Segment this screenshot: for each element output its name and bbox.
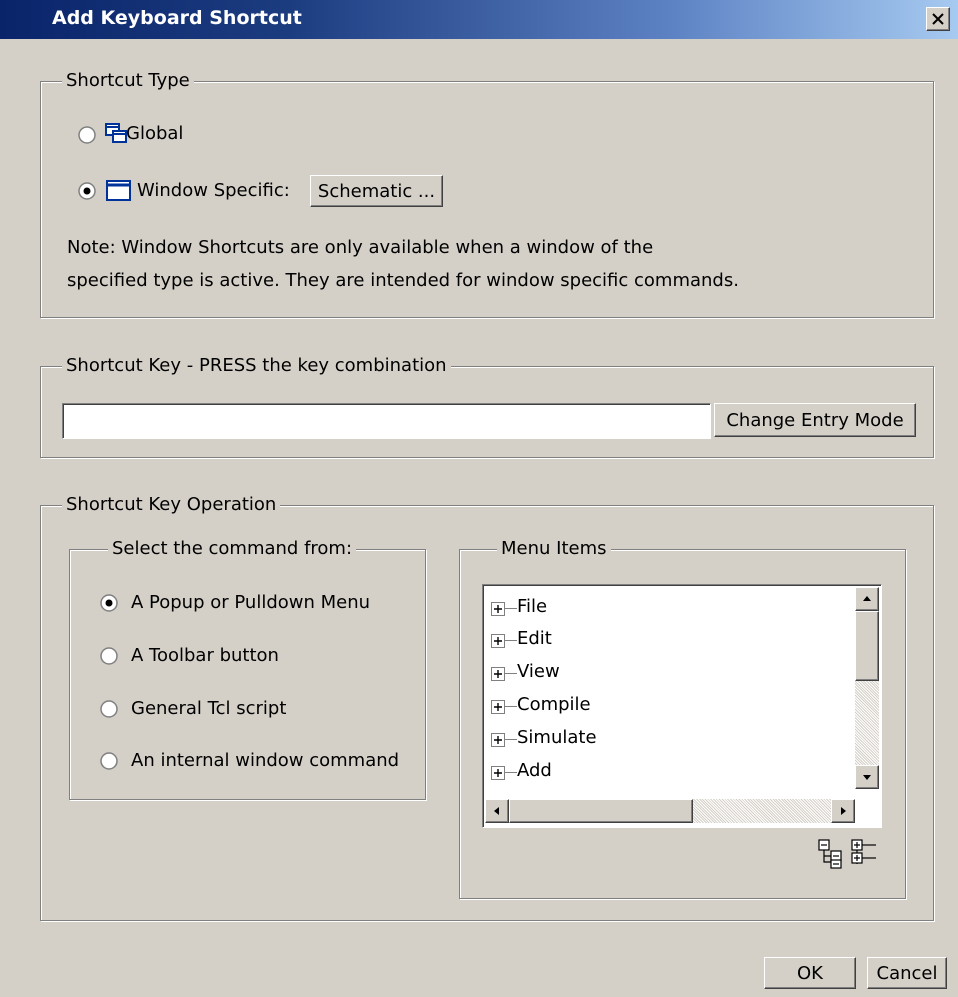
- shortcut-type-legend: Shortcut Type: [62, 70, 194, 91]
- menu-items-legend: Menu Items: [497, 538, 611, 559]
- source-option-radio-toolbar[interactable]: [99, 646, 119, 666]
- expand-icon[interactable]: [491, 667, 505, 681]
- tree-item-label: File: [517, 596, 548, 617]
- note-line-2: specified type is active. They are inten…: [67, 270, 739, 291]
- window-title: Add Keyboard Shortcut: [52, 7, 302, 29]
- tree-item-label: View: [517, 661, 560, 682]
- note-line-1: Note: Window Shortcuts are only availabl…: [67, 237, 654, 258]
- expand-all-button[interactable]: [817, 838, 847, 870]
- collapse-all-button[interactable]: [850, 838, 882, 870]
- arrow-up-icon: [863, 596, 871, 601]
- expand-icon[interactable]: [491, 634, 505, 648]
- expand-all-icon: [818, 839, 842, 869]
- arrow-down-icon: [863, 775, 871, 780]
- tree-item-edit[interactable]: Edit: [483, 624, 843, 656]
- shortcut-key-input[interactable]: [62, 403, 711, 439]
- arrow-right-icon: [841, 807, 846, 815]
- arrow-left-icon: [494, 807, 499, 815]
- expand-icon[interactable]: [491, 700, 505, 714]
- source-option-popup[interactable]: A Popup or Pulldown Menu: [131, 592, 370, 613]
- expand-icon[interactable]: [491, 733, 505, 747]
- collapse-all-icon: [851, 839, 876, 864]
- tree-item-view[interactable]: View: [483, 657, 843, 689]
- expand-icon[interactable]: [491, 766, 505, 780]
- close-icon: [932, 13, 944, 25]
- global-label[interactable]: Global: [126, 123, 183, 144]
- shortcut-key-legend: Shortcut Key - PRESS the key combination: [62, 355, 451, 376]
- windows-stack-icon: [104, 121, 128, 150]
- expand-icon[interactable]: [491, 602, 505, 616]
- tree-item-file[interactable]: File: [483, 592, 843, 624]
- scroll-right-button[interactable]: [831, 799, 855, 823]
- source-option-radio-internal[interactable]: [99, 751, 119, 771]
- change-entry-mode-button[interactable]: Change Entry Mode: [714, 403, 916, 437]
- scroll-down-button[interactable]: [855, 765, 879, 789]
- operation-legend: Shortcut Key Operation: [62, 494, 281, 515]
- menu-items-tree[interactable]: File Edit View Compile Simulate Add: [482, 584, 882, 828]
- source-option-tcl[interactable]: General Tcl script: [131, 698, 286, 719]
- scroll-up-button[interactable]: [855, 587, 879, 611]
- global-radio[interactable]: [77, 125, 97, 145]
- close-button[interactable]: [926, 7, 950, 31]
- tree-item-compile[interactable]: Compile: [483, 690, 843, 722]
- source-option-radio-tcl[interactable]: [99, 699, 119, 719]
- window-specific-radio[interactable]: [77, 181, 97, 201]
- source-option-internal[interactable]: An internal window command: [131, 750, 399, 771]
- scroll-left-button[interactable]: [485, 799, 509, 823]
- window-icon: [106, 179, 132, 208]
- cancel-button[interactable]: Cancel: [867, 957, 947, 989]
- command-source-legend: Select the command from:: [108, 538, 357, 559]
- tree-item-label: Compile: [517, 694, 591, 715]
- window-type-button[interactable]: Schematic ...: [310, 175, 443, 207]
- source-option-toolbar[interactable]: A Toolbar button: [131, 645, 279, 666]
- tree-item-label: Add: [517, 760, 552, 781]
- ok-button[interactable]: OK: [764, 957, 856, 989]
- tree-item-label: Edit: [517, 628, 552, 649]
- window-specific-label[interactable]: Window Specific:: [137, 180, 290, 201]
- tree-item-simulate[interactable]: Simulate: [483, 723, 843, 755]
- source-option-radio-popup[interactable]: [99, 593, 119, 613]
- tree-item-label: Simulate: [517, 727, 597, 748]
- horizontal-scroll-thumb[interactable]: [509, 799, 693, 823]
- vertical-scroll-thumb[interactable]: [855, 611, 879, 681]
- tree-item-add[interactable]: Add: [483, 756, 843, 788]
